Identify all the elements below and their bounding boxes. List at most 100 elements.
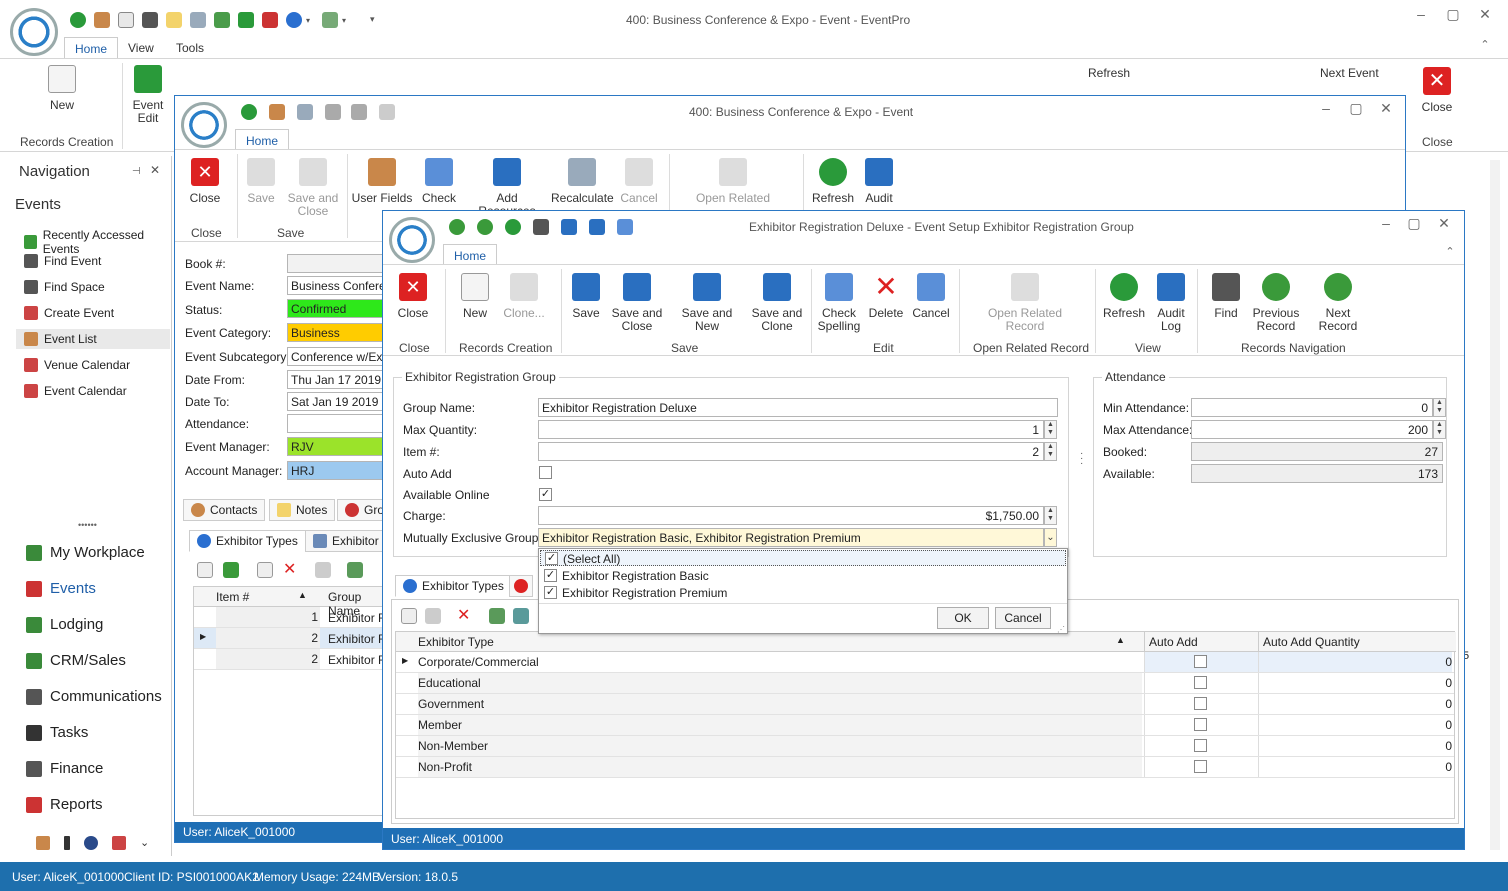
close-icon[interactable]: ✕ bbox=[150, 163, 160, 177]
event-cancel-button[interactable]: Cancel bbox=[617, 158, 661, 205]
event-maximize-button[interactable]: ▢ bbox=[1341, 100, 1371, 117]
col-item[interactable]: Item # bbox=[216, 590, 249, 604]
next-icon[interactable] bbox=[477, 219, 493, 235]
app-logo[interactable] bbox=[10, 8, 58, 56]
info-icon[interactable] bbox=[286, 12, 302, 28]
auto-add-checkbox[interactable] bbox=[1194, 718, 1207, 731]
chart-icon[interactable] bbox=[112, 836, 126, 850]
event-subcategory-field[interactable]: Conference w/Expo bbox=[287, 347, 387, 366]
delete-icon[interactable]: ✕ bbox=[457, 608, 473, 624]
auto-add-checkbox[interactable] bbox=[1194, 697, 1207, 710]
tab-contacts[interactable]: Contacts bbox=[183, 499, 266, 521]
dialog-tab-exhibitor-types[interactable]: Exhibitor Types bbox=[395, 575, 512, 597]
ribbon-refresh-button[interactable]: Refresh bbox=[1072, 67, 1142, 80]
calculator-icon[interactable] bbox=[297, 104, 313, 120]
save-close-icon[interactable] bbox=[351, 104, 367, 120]
gear-icon[interactable] bbox=[238, 12, 254, 28]
max-attendance-stepper[interactable]: ▲ ▼ bbox=[1433, 420, 1446, 439]
event-audit-log-button[interactable]: Audit Log bbox=[859, 158, 899, 206]
event-category-field[interactable]: Business bbox=[287, 323, 387, 342]
max-quantity-input[interactable]: 1 bbox=[538, 420, 1044, 439]
max-attendance-input[interactable]: 200 bbox=[1191, 420, 1433, 439]
dialog-previous-button[interactable]: Previous Record bbox=[1251, 273, 1301, 333]
nav-module-3[interactable]: CRM/Sales bbox=[26, 652, 126, 669]
dialog-minimize-button[interactable]: – bbox=[1371, 215, 1401, 231]
columns-icon[interactable] bbox=[489, 608, 505, 624]
print-icon[interactable] bbox=[315, 562, 331, 578]
refresh-icon[interactable] bbox=[241, 104, 257, 120]
nav-item-2[interactable]: Find Space bbox=[24, 280, 105, 294]
refresh-icon[interactable] bbox=[505, 219, 521, 235]
recalculate-button[interactable]: Recalculate bbox=[551, 158, 614, 205]
table-row[interactable]: 1 Exhibitor Re bbox=[194, 607, 393, 628]
dialog-logo[interactable] bbox=[389, 217, 435, 263]
col-exhibitor-type[interactable]: Exhibitor Type bbox=[418, 635, 494, 649]
dropdown-item-basic[interactable]: ✓ Exhibitor Registration Basic bbox=[540, 568, 1066, 584]
col-auto-add-quantity[interactable]: Auto Add Quantity bbox=[1258, 632, 1360, 652]
dropdown-ok-button[interactable]: OK bbox=[937, 607, 989, 629]
nav-splitter[interactable]: •••••• bbox=[78, 520, 97, 530]
undo-icon[interactable] bbox=[379, 104, 395, 120]
event-save-close-button[interactable]: Save and Close bbox=[285, 158, 341, 218]
nav-item-6[interactable]: Event Calendar bbox=[24, 384, 127, 398]
dialog-open-related-button[interactable]: Open Related Record bbox=[987, 273, 1063, 333]
account-manager-field[interactable]: HRJ bbox=[287, 461, 387, 480]
dialog-audit-log-button[interactable]: Audit Log bbox=[1151, 273, 1191, 333]
table-row[interactable]: Educational 0 bbox=[396, 673, 1454, 694]
item-number-input[interactable]: 2 bbox=[538, 442, 1044, 461]
previous-icon[interactable] bbox=[449, 219, 465, 235]
event-manager-field[interactable]: RJV bbox=[287, 437, 387, 456]
tab-tools[interactable]: Tools bbox=[166, 37, 214, 59]
nav-module-7[interactable]: Reports bbox=[26, 796, 103, 813]
new-button[interactable]: New bbox=[40, 65, 84, 112]
dialog-close-button[interactable]: ✕ Close bbox=[395, 273, 431, 320]
new-row-icon[interactable] bbox=[401, 608, 417, 624]
checklist-icon[interactable] bbox=[118, 12, 134, 28]
tab-home[interactable]: Home bbox=[64, 37, 119, 60]
delete-icon[interactable]: ✕ bbox=[283, 562, 299, 578]
min-attendance-stepper[interactable]: ▲ ▼ bbox=[1433, 398, 1446, 417]
dialog-next-button[interactable]: Next Record bbox=[1305, 273, 1371, 333]
dialog-save-close-button[interactable]: Save and Close bbox=[609, 273, 665, 333]
user-fields-button[interactable]: User Fields bbox=[351, 158, 413, 205]
item-number-stepper[interactable]: ▲ ▼ bbox=[1044, 442, 1057, 461]
table-row[interactable]: Non-Member 0 bbox=[396, 736, 1454, 757]
dialog-find-button[interactable]: Find bbox=[1203, 273, 1249, 320]
auto-add-checkbox[interactable] bbox=[539, 466, 552, 479]
status-field[interactable]: Confirmed bbox=[287, 299, 387, 318]
col-auto-add[interactable]: Auto Add bbox=[1144, 632, 1198, 652]
event-save-button[interactable]: Save bbox=[243, 158, 279, 205]
calculator-icon[interactable] bbox=[190, 12, 206, 28]
dialog-clone-button[interactable]: Clone... bbox=[499, 273, 549, 320]
add-resources-button[interactable]: Add Resources bbox=[467, 158, 547, 218]
nav-item-1[interactable]: Find Event bbox=[24, 254, 101, 268]
table-row[interactable]: Member 0 bbox=[396, 715, 1454, 736]
undo-icon[interactable] bbox=[617, 219, 633, 235]
table-row[interactable]: ▶ 2 Exhibitor Re bbox=[194, 628, 393, 649]
nav-module-2[interactable]: Lodging bbox=[26, 616, 103, 633]
save-close-icon[interactable] bbox=[589, 219, 605, 235]
event-open-related-button[interactable]: Open Related Record bbox=[695, 158, 771, 206]
nav-item-0[interactable]: Recently Accessed Events bbox=[24, 228, 171, 256]
date-from-field[interactable]: Thu Jan 17 2019 bbox=[287, 370, 387, 389]
nav-module-1[interactable]: Events bbox=[26, 580, 96, 597]
nav-module-4[interactable]: Communications bbox=[26, 688, 162, 705]
pin-icon[interactable]: ⊣ bbox=[132, 166, 141, 177]
min-attendance-input[interactable]: 0 bbox=[1191, 398, 1433, 417]
save-icon[interactable] bbox=[325, 104, 341, 120]
tab-notes[interactable]: Notes bbox=[269, 499, 336, 521]
resize-grip[interactable]: ⋰ bbox=[1057, 625, 1065, 634]
shortcut-icon[interactable] bbox=[36, 836, 50, 850]
table-row[interactable]: Non-Profit 0 bbox=[396, 757, 1454, 778]
user-group-icon[interactable] bbox=[322, 12, 338, 28]
event-name-field[interactable]: Business Conference bbox=[287, 276, 387, 295]
book-field[interactable] bbox=[287, 254, 387, 273]
check-spelling-button[interactable]: Check Spelling bbox=[415, 158, 463, 206]
next-event-button[interactable]: Next Event bbox=[1302, 67, 1382, 80]
subtab-exhibitor-types[interactable]: Exhibitor Types bbox=[189, 530, 306, 552]
binoculars-icon[interactable] bbox=[533, 219, 549, 235]
tab-view[interactable]: View bbox=[118, 37, 164, 59]
max-quantity-stepper[interactable]: ▲ ▼ bbox=[1044, 420, 1057, 439]
dropdown-cancel-button[interactable]: Cancel bbox=[995, 607, 1051, 629]
dialog-delete-button[interactable]: ✕ Delete bbox=[867, 273, 905, 320]
